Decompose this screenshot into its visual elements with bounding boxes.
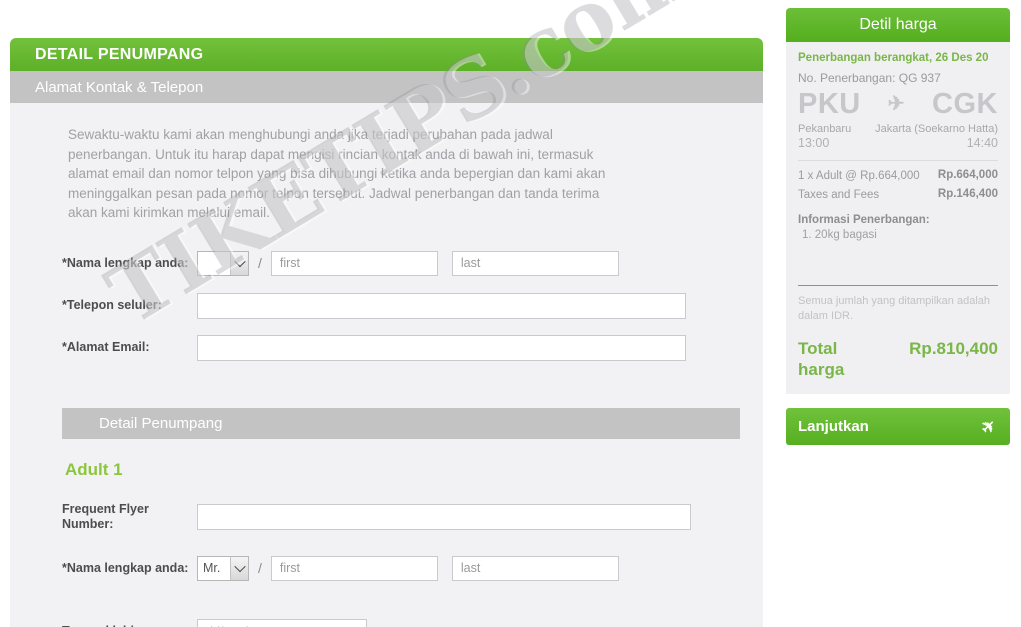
contact-section-header: Alamat Kontak & Telepon (10, 71, 763, 103)
price-row-label: 1 x Adult @ Rp.664,000 (798, 170, 920, 182)
contact-section-title: Alamat Kontak & Telepon (35, 78, 204, 96)
ffn-label: Frequent Flyer Number: (62, 501, 149, 531)
origin-airport-code: PKU (798, 88, 861, 120)
contact-phone-input[interactable] (197, 292, 686, 319)
adult-1-heading: Adult 1 (65, 459, 123, 479)
origin-time: 13:00 (798, 136, 830, 150)
plane-icon: ✈ (976, 414, 1001, 438)
ffn-row: Frequent Flyer Number: (62, 502, 763, 532)
destination-time: 14:40 (966, 136, 998, 150)
price-row: 1 x Adult @ Rp.664,000 Rp.664,000 (798, 169, 998, 183)
total-label: Total harga (798, 339, 845, 379)
contact-name-row: *Nama lengkap anda: / first last (62, 250, 763, 276)
origin-details: Pekanbaru 13:00 (798, 122, 851, 150)
price-panel-title: Detil harga (859, 16, 937, 33)
chevron-down-icon (230, 556, 248, 580)
route-summary: PKU ✈ CGK (798, 87, 998, 121)
price-row-amount: Rp.146,400 (937, 188, 998, 200)
passenger-last-name-input[interactable]: last (451, 555, 619, 581)
flight-info-item: 1. 20kg bagasi (802, 229, 877, 241)
chevron-down-icon (230, 251, 248, 275)
total-row: Total harga Rp.810,400 (798, 338, 998, 380)
contact-title-select[interactable] (197, 250, 249, 276)
passenger-first-name-input[interactable]: first (270, 555, 438, 581)
price-row: Taxes and Fees Rp.146,400 (798, 188, 998, 202)
passenger-section-header: Detail Penumpang (62, 407, 740, 439)
flight-info-title: Informasi Penerbangan: (798, 214, 930, 226)
divider (798, 160, 998, 161)
passenger-name-separator: / (258, 560, 262, 576)
intro-paragraph: Sewaktu-waktu kami akan menghubungi anda… (68, 127, 606, 220)
origin-city: Pekanbaru (798, 123, 852, 135)
page-title: DETAIL PENUMPANG (35, 45, 204, 63)
passenger-details-panel: DETAIL PENUMPANG Alamat Kontak & Telepon… (10, 38, 763, 627)
contact-phone-row: *Telepon seluler: (62, 292, 763, 319)
plane-icon: ✈ (887, 93, 906, 115)
page-root: DETAIL PENUMPANG Alamat Kontak & Telepon… (0, 0, 1021, 627)
contact-form: *Nama lengkap anda: / first last *Telepo… (10, 250, 763, 361)
ffn-input[interactable] (197, 503, 691, 530)
price-row-amount: Rp.664,000 (937, 169, 998, 181)
dob-input[interactable]: dd/mm/yyyy (197, 618, 367, 627)
dob-row: Tanggal lahir: dd/mm/yyyy (62, 618, 763, 627)
name-separator: / (258, 255, 262, 271)
contact-email-row: *Alamat Email: (62, 334, 763, 361)
destination-details: Jakarta (Soekarno Hatta) 14:40 (875, 122, 998, 150)
passenger-title-select-value: Mr. (203, 561, 221, 575)
passenger-name-row: *Nama lengkap anda: Mr. / first last (62, 555, 763, 581)
contact-phone-label: *Telepon seluler: (62, 298, 162, 312)
price-details-panel: Detil harga Penerbangan berangkat, 26 De… (786, 8, 1010, 445)
flight-number: No. Penerbangan: QG 937 (798, 71, 941, 85)
price-row-label: Taxes and Fees (798, 189, 880, 201)
departure-title: Penerbangan berangkat, 26 Des 20 (798, 52, 989, 64)
currency-note: Semua jumlah yang ditampilkan adalah dal… (798, 295, 991, 322)
passenger-name-label: *Nama lengkap anda: (62, 560, 189, 575)
contact-last-name-input[interactable]: last (451, 250, 619, 276)
contact-email-input[interactable] (197, 334, 686, 361)
destination-city: Jakarta (Soekarno Hatta) (875, 123, 998, 135)
passenger-section-title: Detail Penumpang (99, 414, 223, 432)
price-panel-body: Penerbangan berangkat, 26 Des 20 No. Pen… (786, 42, 1010, 394)
continue-button-label: Lanjutkan (798, 418, 869, 435)
continue-button[interactable]: Lanjutkan ✈ (786, 408, 1010, 445)
panel-header: DETAIL PENUMPANG (10, 38, 763, 71)
contact-email-label: *Alamat Email: (62, 340, 150, 354)
passenger-title-select[interactable]: Mr. (197, 555, 249, 581)
destination-airport-code: CGK (932, 88, 998, 120)
total-amount: Rp.810,400 (909, 339, 998, 358)
contact-name-label: *Nama lengkap anda: (62, 255, 189, 270)
price-panel-header: Detil harga (786, 8, 1010, 42)
contact-first-name-input[interactable]: first (270, 250, 438, 276)
total-divider (798, 285, 998, 286)
route-cities: Pekanbaru 13:00 Jakarta (Soekarno Hatta)… (798, 122, 998, 150)
